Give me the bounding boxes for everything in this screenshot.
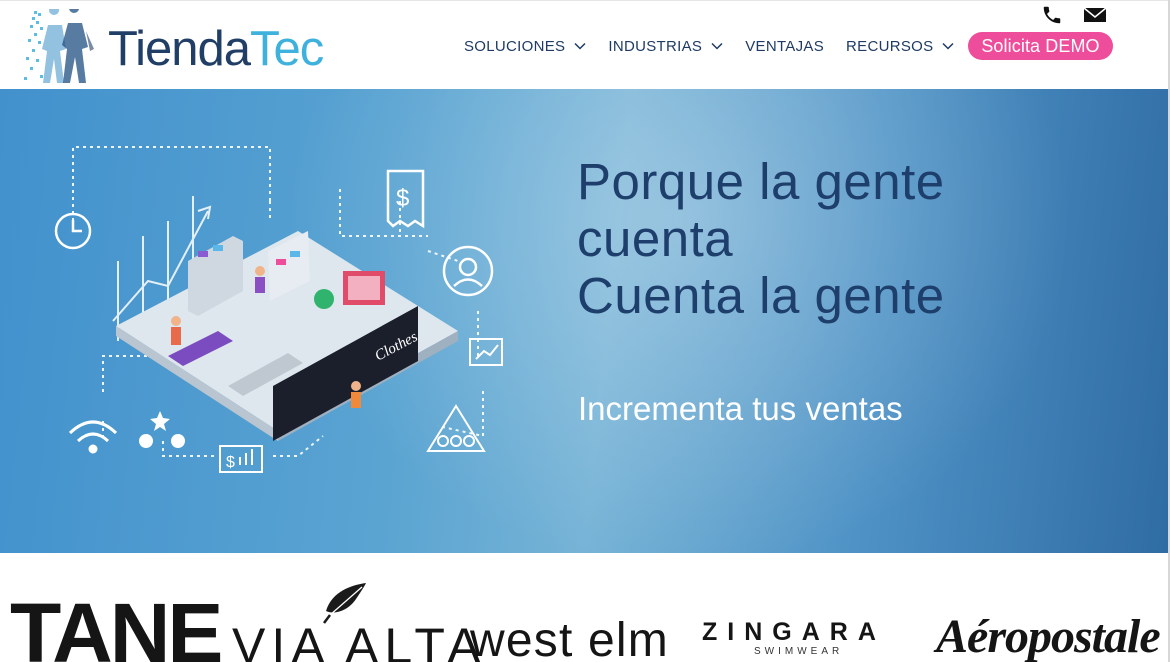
brand-logo-aeropostale: Aéropostale [936,610,1161,662]
chevron-down-icon [574,42,586,50]
svg-text:$: $ [396,185,409,212]
nav-industrias[interactable]: INDUSTRIAS [608,38,723,55]
brand-logo-zingara-tagline: SWIMWEAR [754,646,844,657]
nav-label: INDUSTRIAS [608,37,703,55]
wifi-icon [68,420,118,454]
chevron-down-icon [711,42,723,50]
smart-store-illustration: $ $ Clothes [54,146,503,473]
request-demo-button[interactable]: Solicita DEMO [968,32,1113,60]
money-chart-icon: $ [219,445,263,473]
logo-text-dark: Tienda [108,22,251,76]
logo-wordmark: TiendaTec [108,19,324,79]
receipt-dollar-icon: $ [386,169,425,229]
brand-logo-tane: TANE [10,586,223,662]
logo-figures-icon [24,9,94,83]
mail-icon[interactable] [1083,4,1107,26]
svg-text:$: $ [226,454,235,471]
people-network-icon [426,404,486,452]
nav-recursos[interactable]: RECURSOS [846,38,954,55]
hero-banner: $ $ Clothes Porque la gente cuenta Cuent… [0,89,1168,553]
site-header: TiendaTec SOLUCIONES INDUSTRIAS VENTAJAS [0,0,1170,89]
nav-ventajas[interactable]: VENTAJAS [745,38,824,55]
nav-label: SOLUCIONES [464,37,566,55]
phone-icon[interactable] [1040,4,1064,26]
brand-logo-zingara: ZINGARA [702,618,886,646]
nav-soluciones[interactable]: SOLUCIONES [464,38,586,55]
hero-headline: Porque la gente cuenta Cuenta la gente [577,153,945,324]
nav-label: VENTAJAS [745,37,825,55]
brand-logo-via-alta: VIA ALTA [232,618,487,662]
client-logos: TANE VIA ALTA west elm ZINGARA SWIMWEAR … [0,553,1168,662]
headline-line: Porque la gente [577,153,945,210]
logo[interactable]: TiendaTec [24,9,334,87]
logo-text-light: Tec [250,22,324,76]
headline-line: Cuenta la gente [577,267,945,324]
nav-label: RECURSOS [846,37,934,55]
contact-icons [1040,4,1107,26]
main-nav: SOLUCIONES INDUSTRIAS VENTAJAS RECURSOS [464,35,976,57]
dashboard-icon [469,338,503,366]
hero-subheadline: Incrementa tus ventas [578,390,903,427]
brand-logo-west-elm: west elm [470,614,669,662]
headline-line: cuenta [577,210,734,267]
chat-person-icon [442,245,494,297]
chevron-down-icon [942,42,954,50]
page: TiendaTec SOLUCIONES INDUSTRIAS VENTAJAS [0,0,1170,662]
